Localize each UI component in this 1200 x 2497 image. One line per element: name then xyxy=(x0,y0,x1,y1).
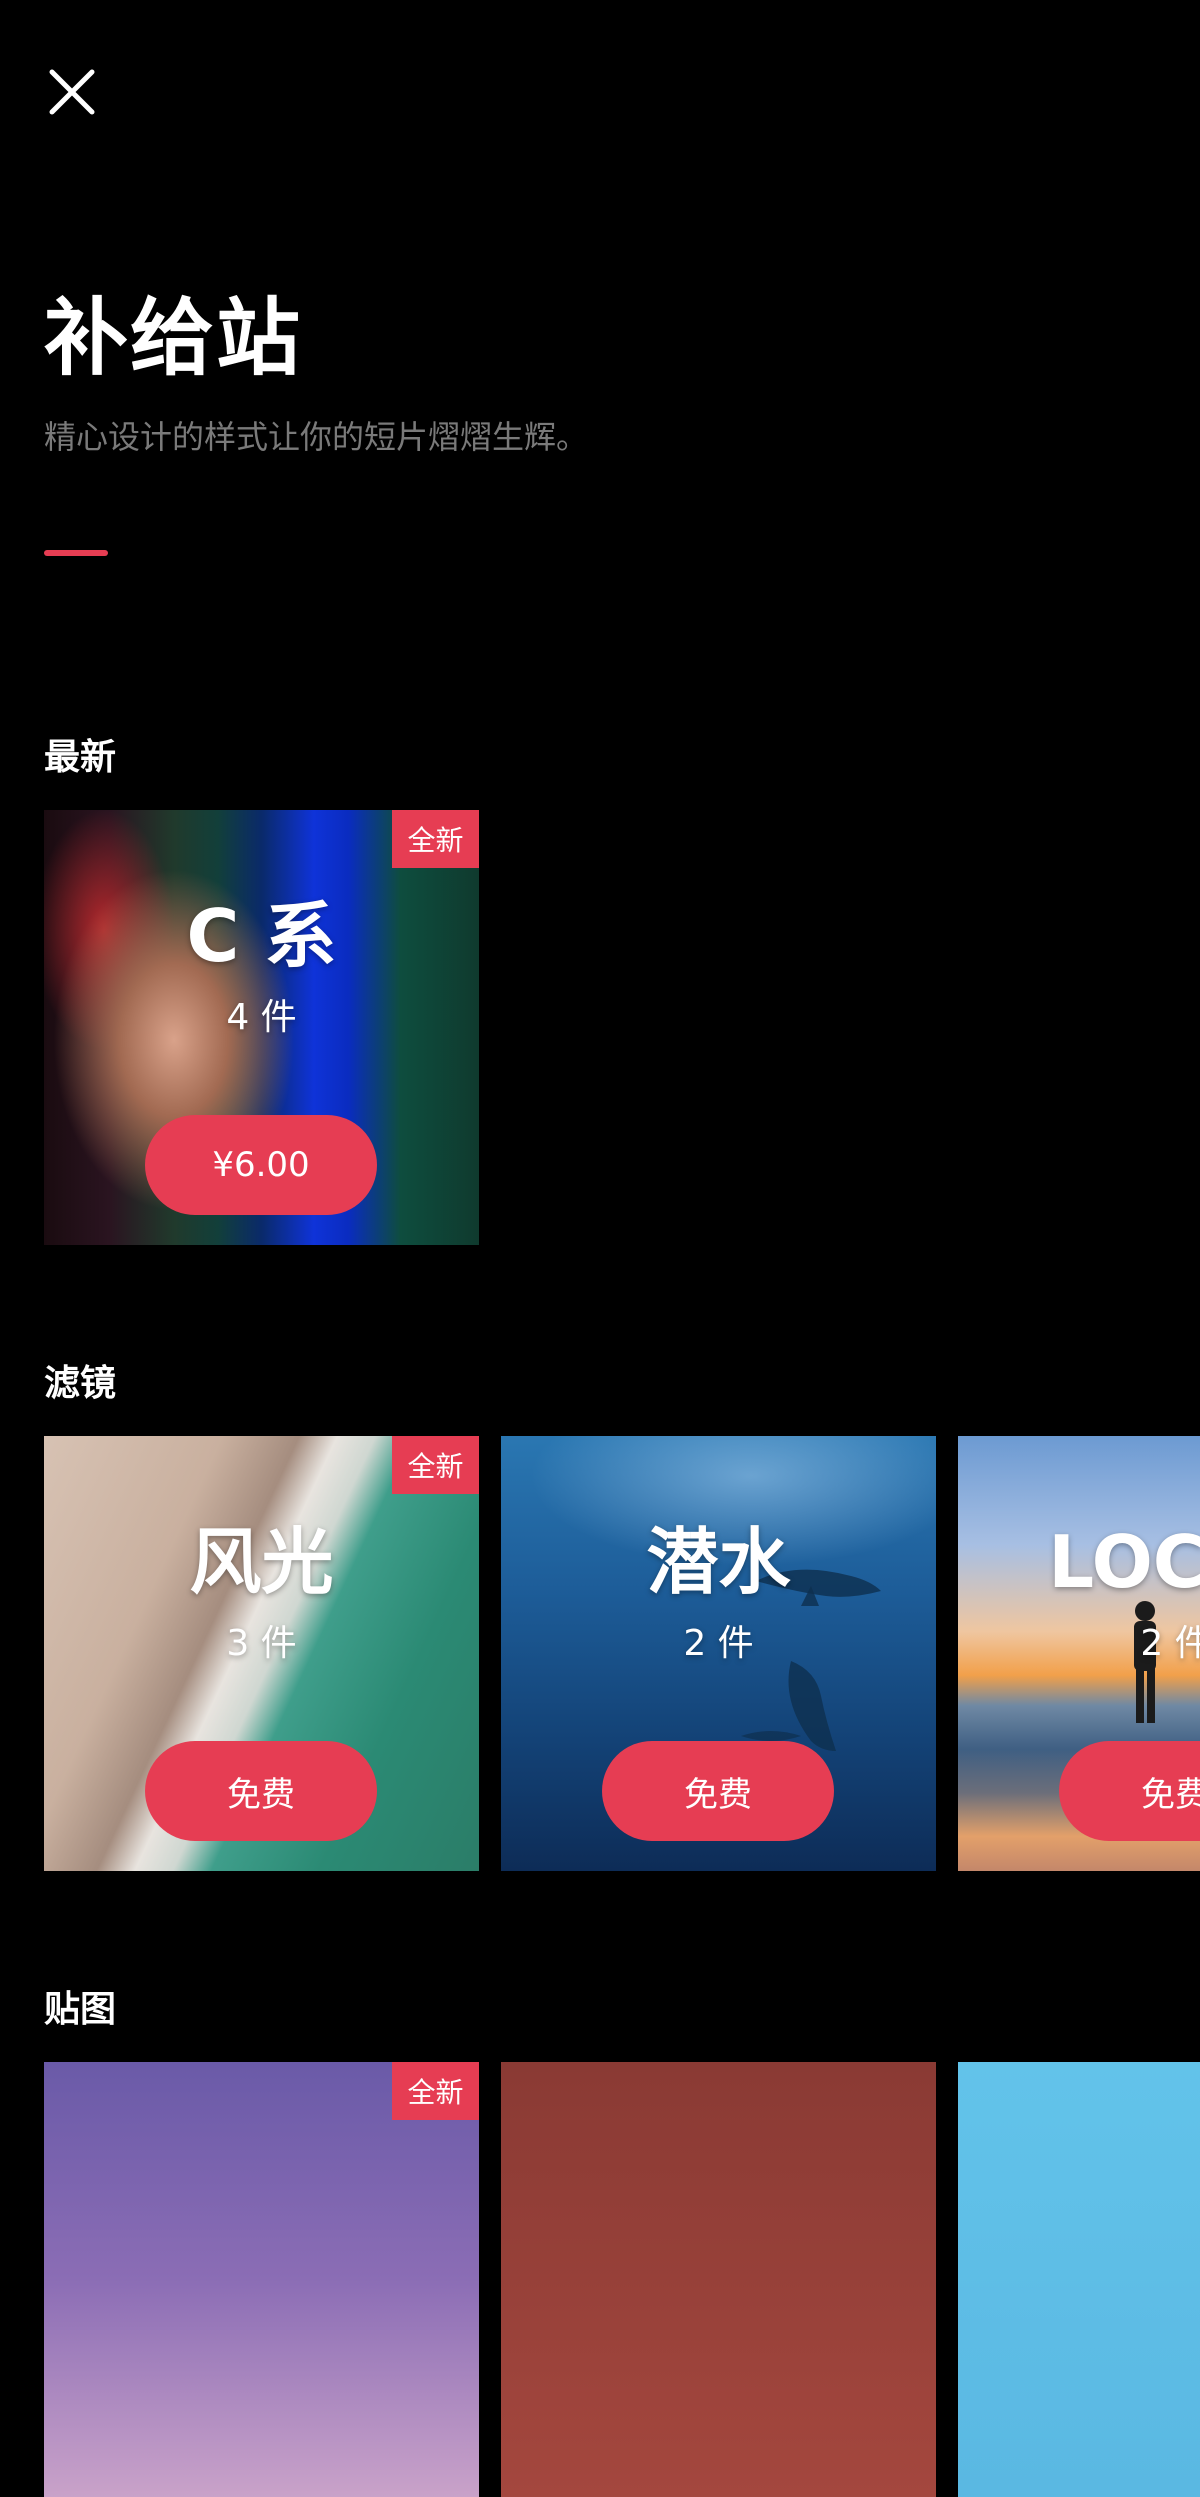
section-label-stickers: 贴图 xyxy=(44,1989,117,2030)
card-item-count: 2 件 xyxy=(1140,1623,1200,1664)
new-badge: 全新 xyxy=(392,810,479,868)
pack-card-loc-series[interactable]: LOC 系 2 件 免费 xyxy=(958,1436,1200,1871)
card-item-count: 4 件 xyxy=(226,997,297,1038)
filters-row[interactable]: 全新 风光 3 件 免费 潜水 2 件 免费 LOC 系 2 件 xyxy=(44,1436,1200,1871)
card-title: C 系 xyxy=(186,894,337,978)
new-badge: 全新 xyxy=(392,2062,479,2120)
new-badge: 全新 xyxy=(392,1436,479,1494)
close-button[interactable] xyxy=(40,60,104,124)
section-label-filters: 滤镜 xyxy=(44,1363,117,1404)
card-thumbnail xyxy=(501,2062,936,2497)
latest-row[interactable]: 全新 C 系 4 件 ¥6.00 xyxy=(44,810,1200,1245)
card-title: 风光 xyxy=(189,1520,334,1604)
pack-card-sticker-1[interactable]: 全新 xyxy=(44,2062,479,2497)
pack-card-sticker-3[interactable] xyxy=(958,2062,1200,2497)
card-item-count: 3 件 xyxy=(226,1623,297,1664)
stickers-row[interactable]: 全新 xyxy=(44,2062,1200,2497)
page-subtitle: 精心设计的样式让你的短片熠熠生辉。 xyxy=(44,418,589,456)
free-button[interactable]: 免费 xyxy=(145,1741,377,1841)
page-title: 补给站 xyxy=(44,289,303,387)
pack-card-diving[interactable]: 潜水 2 件 免费 xyxy=(501,1436,936,1871)
card-title: LOC 系 xyxy=(1048,1520,1200,1604)
section-label-latest: 最新 xyxy=(44,737,117,778)
pack-card-scenery[interactable]: 全新 风光 3 件 免费 xyxy=(44,1436,479,1871)
price-button[interactable]: ¥6.00 xyxy=(145,1115,377,1215)
close-icon xyxy=(49,69,95,115)
free-button[interactable]: 免费 xyxy=(602,1741,834,1841)
accent-divider xyxy=(44,550,108,556)
card-title: 潜水 xyxy=(646,1520,791,1604)
pack-card-sticker-2[interactable] xyxy=(501,2062,936,2497)
card-item-count: 2 件 xyxy=(683,1623,754,1664)
card-thumbnail xyxy=(958,2062,1200,2497)
card-thumbnail xyxy=(44,2062,479,2497)
pack-card-c-series[interactable]: 全新 C 系 4 件 ¥6.00 xyxy=(44,810,479,1245)
free-button[interactable]: 免费 xyxy=(1059,1741,1200,1841)
